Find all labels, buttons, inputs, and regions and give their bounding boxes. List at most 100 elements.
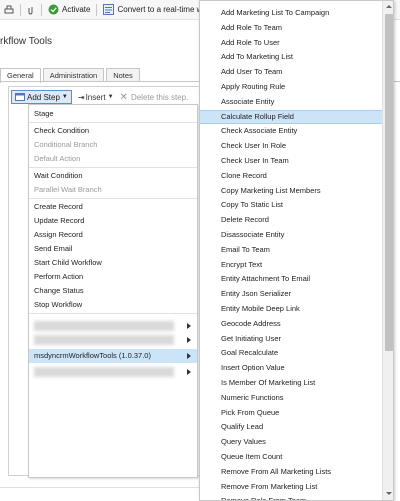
tab-administration[interactable]: Administration [42,68,105,82]
tab-notes[interactable]: Notes [106,68,140,82]
submenu-item[interactable]: Queue Item Count [200,450,382,465]
submenu-item[interactable]: Entity Mobile Deep Link [200,302,382,317]
activate-button[interactable]: Activate [44,0,94,20]
menu-divider [29,313,197,314]
submenu-item[interactable]: Geocode Address [200,317,382,332]
menu-item-plugin-group[interactable] [29,319,197,333]
menu-item-wait-condition[interactable]: Wait Condition [29,169,197,183]
chevron-right-icon [187,369,191,375]
delete-label: Delete this step. [130,92,189,102]
submenu-item[interactable]: Insert Option Value [200,361,382,376]
submenu-item[interactable]: Add Role To User [200,36,382,51]
scroll-down-icon[interactable] [383,488,393,500]
submenu-item[interactable]: Entity Json Serializer [200,287,382,302]
convert-icon [103,4,115,15]
submenu-item[interactable]: Clone Record [200,169,382,184]
submenu-item[interactable]: Associate Entity [200,95,382,110]
menu-item-stage[interactable]: Stage [29,107,197,121]
chevron-down-icon: ▼ [107,94,114,100]
redacted-label [34,367,174,377]
submenu-item[interactable]: Add Marketing List To Campaign [200,6,382,21]
add-step-label: Add Step [27,92,60,102]
submenu-item[interactable]: Entity Attachment To Email [200,272,382,287]
menu-item-check-condition[interactable]: Check Condition [29,124,197,138]
submenu-item[interactable]: Remove From Marketing List [200,480,382,495]
convert-label: Convert to a real-time w [117,5,203,14]
menu-item-create-record[interactable]: Create Record [29,200,197,214]
submenu-item[interactable]: Add To Marketing List [200,50,382,65]
page-title: rkflow Tools [0,36,53,47]
submenu-item[interactable]: Encrypt Text [200,258,382,273]
add-step-icon [15,93,25,101]
insert-icon: ⇥ [77,92,85,102]
submenu-item[interactable]: Delete Record [200,213,382,228]
menu-item-workflow-tools[interactable]: msdyncrmWorkflowTools (1.0.37.0) [29,349,197,363]
menu-item-start-child-workflow[interactable]: Start Child Workflow [29,256,197,270]
menu-item-parallel-wait-branch: Parallel Wait Branch [34,185,102,194]
menu-divider [29,198,197,199]
submenu-item[interactable]: Goal Recalculate [200,346,382,361]
menu-item-assign-record[interactable]: Assign Record [29,228,197,242]
submenu-item[interactable]: Copy Marketing List Members [200,184,382,199]
form-tabs: General Administration Notes [0,68,142,83]
activate-label: Activate [62,5,91,14]
submenu-item[interactable]: Apply Routing Rule [200,80,382,95]
submenu-item[interactable]: Copy To Static List [200,198,382,213]
menu-item-default-action: Default Action [34,154,81,163]
submenu-item[interactable]: Add User To Team [200,65,382,80]
scroll-up-icon[interactable] [383,1,393,13]
step-toolbar: Add Step ▼ ⇥ Insert ▼ ✕ Delete this step… [11,90,188,104]
submenu-item[interactable]: Disassociate Entity [200,228,382,243]
submenu-item[interactable]: Calculate Rollup Field [200,109,382,125]
submenu-item[interactable]: Remove Role From Team [200,494,382,500]
menu-divider [29,122,197,123]
redacted-label [34,321,174,331]
submenu-item[interactable]: Email To Team [200,243,382,258]
toolbar-divider [96,3,98,16]
activate-icon [48,4,59,15]
add-step-menu: Stage Check Condition Conditional Branch… [28,104,198,478]
chevron-right-icon [187,337,191,343]
submenu-item[interactable]: Pick From Queue [200,406,382,421]
submenu-item[interactable]: Is Member Of Marketing List [200,376,382,391]
submenu-item[interactable]: Check User In Team [200,154,382,169]
menu-item-send-email[interactable]: Send Email [29,242,197,256]
menu-item-plugin-group[interactable] [29,333,197,347]
submenu-item[interactable]: Get Initiating User [200,332,382,347]
menu-item-update-record[interactable]: Update Record [29,214,197,228]
chevron-right-icon [187,323,191,329]
workflow-tools-label: msdyncrmWorkflowTools (1.0.37.0) [34,351,151,360]
convert-realtime-button[interactable]: Convert to a real-time w [99,0,206,20]
menu-item-plugin-group[interactable] [29,365,197,379]
submenu-item[interactable]: Add Role To Team [200,21,382,36]
menu-item-change-status[interactable]: Change Status [29,284,197,298]
menu-divider [29,167,197,168]
toolbar-divider [41,3,42,16]
submenu-scrollbar[interactable] [382,1,393,500]
submenu-item[interactable]: Check Associate Entity [200,124,382,139]
scroll-thumb[interactable] [385,14,393,351]
designer-footer-line [0,487,200,488]
print-icon [4,5,14,13]
toolbar-divider [20,3,21,16]
menu-item-conditional-branch: Conditional Branch [34,140,98,149]
submenu-item[interactable]: Remove From All Marketing Lists [200,465,382,480]
chevron-down-icon: ▼ [61,94,68,100]
menu-item-perform-action[interactable]: Perform Action [29,270,197,284]
paperclip-icon [28,6,33,15]
submenu-item[interactable]: Numeric Functions [200,391,382,406]
delete-icon: ✕ [119,91,128,103]
submenu-item[interactable]: Query Values [200,435,382,450]
print-button[interactable] [0,0,18,20]
delete-step-button[interactable]: ✕ Delete this step. [120,92,189,103]
chevron-right-icon [187,353,191,359]
insert-label: Insert [85,92,106,102]
workflow-tools-submenu: Add Marketing List To Campaign Add Role T… [199,0,394,501]
attach-button[interactable] [23,0,39,20]
insert-button[interactable]: ⇥ Insert ▼ [78,93,114,102]
add-step-button[interactable]: Add Step ▼ [11,90,72,104]
redacted-label [34,335,174,345]
submenu-item[interactable]: Check User In Role [200,139,382,154]
submenu-item[interactable]: Qualify Lead [200,420,382,435]
menu-item-stop-workflow[interactable]: Stop Workflow [29,298,197,312]
